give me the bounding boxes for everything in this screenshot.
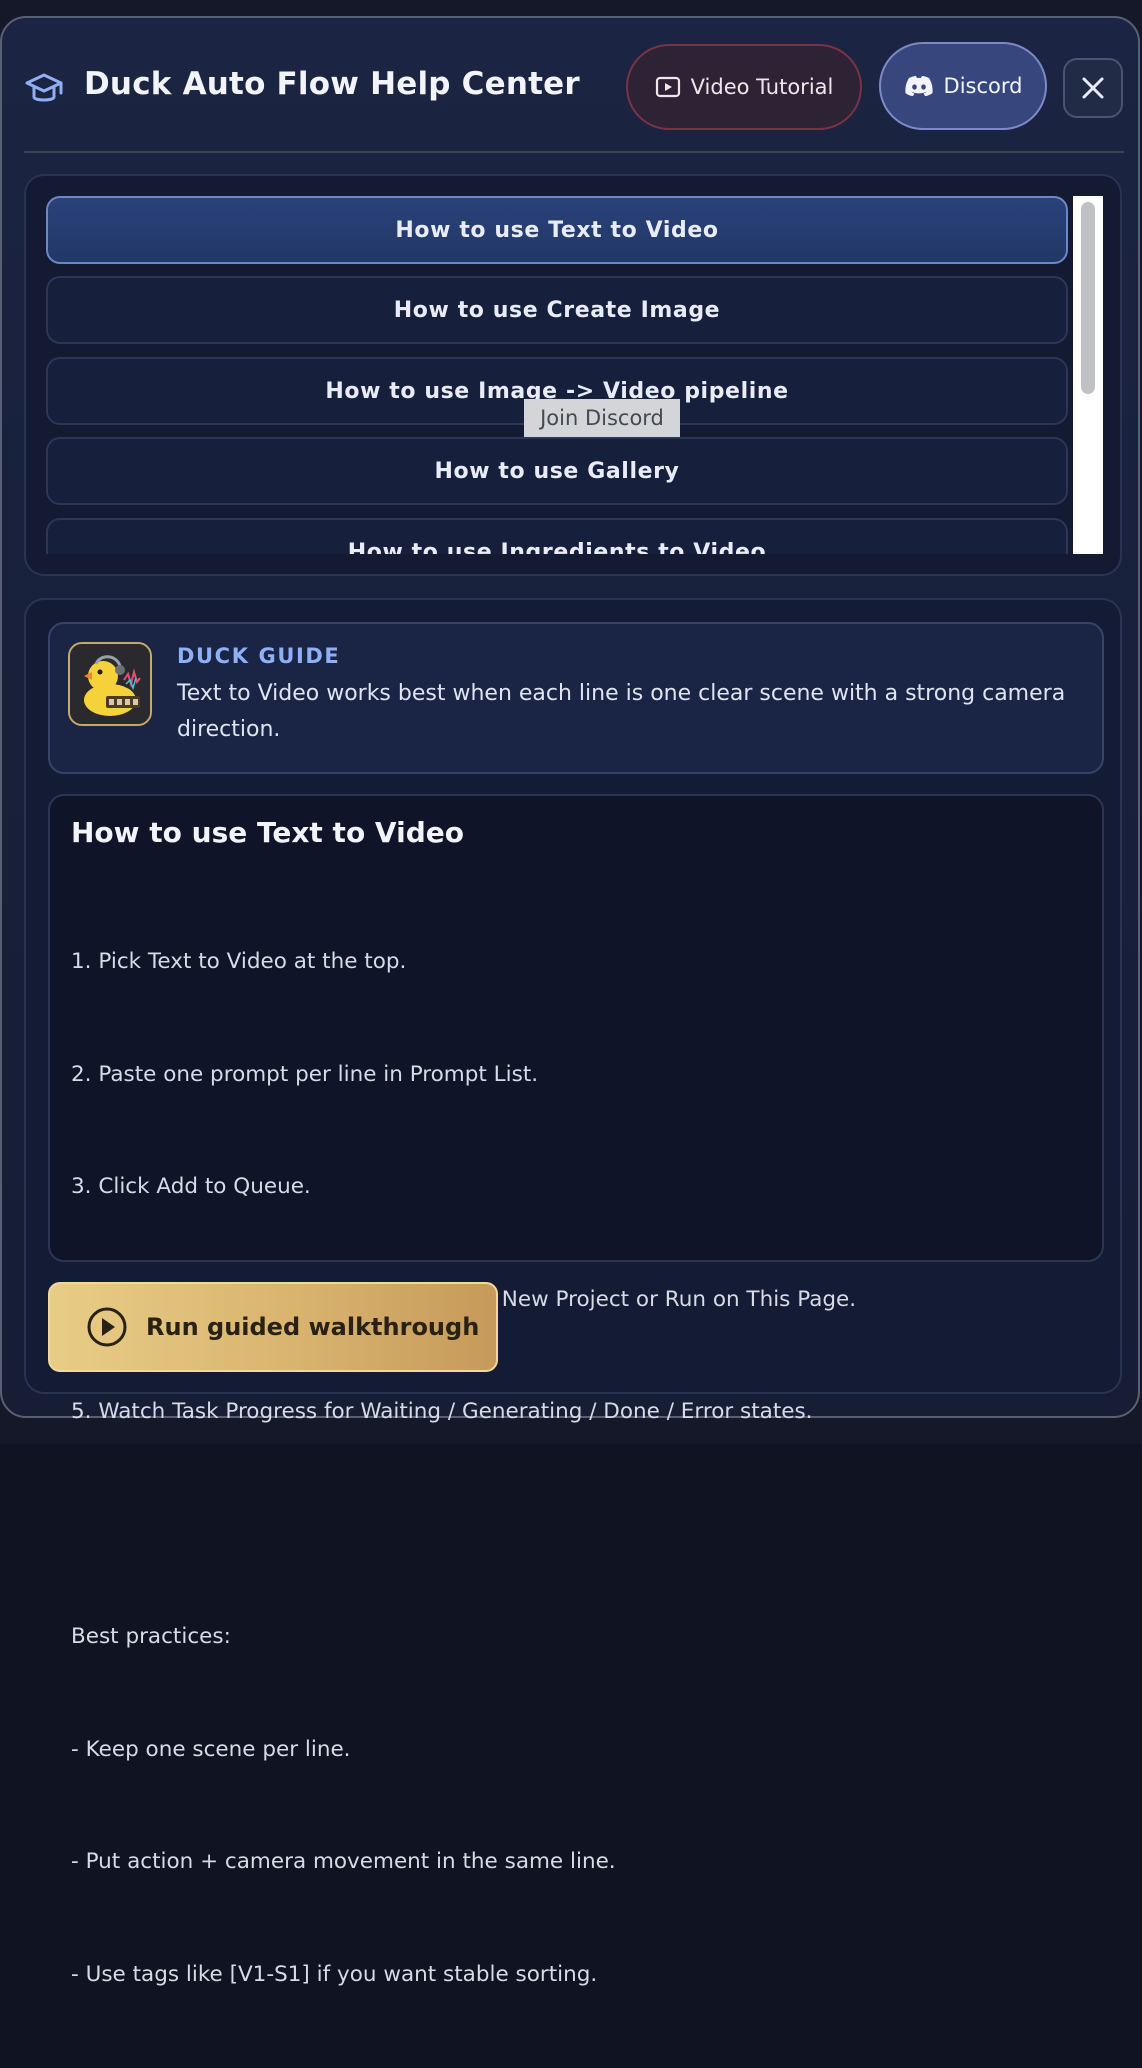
- topics-scrollbar[interactable]: [1073, 196, 1103, 554]
- close-icon: [1082, 77, 1104, 99]
- topics-panel: How to use Text to Video How to use Crea…: [24, 174, 1122, 576]
- article-step: 1. Pick Text to Video at the top.: [71, 949, 407, 974]
- best-practice-item: - Put action + camera movement in the sa…: [71, 1849, 616, 1874]
- header-divider: [24, 151, 1124, 153]
- run-guided-walkthrough-button[interactable]: Run guided walkthrough: [48, 1282, 498, 1372]
- duck-mascot-icon: [70, 644, 150, 724]
- duck-guide-text: Text to Video works best when each line …: [177, 681, 1066, 742]
- article-step: 5. Watch Task Progress for Waiting / Gen…: [71, 1399, 813, 1424]
- duck-guide-avatar: [68, 642, 152, 726]
- article-spacer: [71, 1506, 1081, 1544]
- modal-header: Duck Auto Flow Help Center Video Tutoria…: [2, 18, 1138, 152]
- topic-text-to-video[interactable]: How to use Text to Video: [46, 196, 1068, 264]
- video-tutorial-label: Video Tutorial: [690, 75, 834, 99]
- topics-list[interactable]: How to use Text to Video How to use Crea…: [46, 196, 1070, 554]
- page-title: Duck Auto Flow Help Center: [84, 66, 580, 102]
- article-step: 3. Click Add to Queue.: [71, 1174, 311, 1199]
- best-practice-item: - Use tags like [V1-S1] if you want stab…: [71, 1961, 598, 1987]
- close-button[interactable]: [1063, 58, 1123, 118]
- help-article: How to use Text to Video 1. Pick Text to…: [48, 794, 1104, 1987]
- best-practices-heading: Best practices:: [71, 1624, 231, 1649]
- graduation-cap-icon: [25, 73, 63, 102]
- help-center-modal: Duck Auto Flow Help Center Video Tutoria…: [0, 16, 1140, 1987]
- scrollbar-thumb[interactable]: [1081, 202, 1095, 394]
- article-step: 2. Paste one prompt per line in Prompt L…: [71, 1061, 539, 1087]
- best-practice-item: - Keep one scene per line.: [71, 1736, 351, 1762]
- duck-guide-card: DUCK GUIDE Text to Video works best when…: [48, 622, 1104, 774]
- discord-tooltip: Join Discord: [524, 399, 680, 437]
- topic-create-image[interactable]: How to use Create Image: [46, 276, 1068, 344]
- article-title: How to use Text to Video: [71, 816, 464, 849]
- content-panel: DUCK GUIDE Text to Video works best when…: [24, 598, 1122, 1987]
- video-play-icon: [655, 76, 680, 98]
- discord-button[interactable]: Discord: [879, 42, 1047, 130]
- run-walkthrough-label: Run guided walkthrough: [146, 1313, 480, 1341]
- topic-gallery[interactable]: How to use Gallery: [46, 437, 1068, 505]
- video-tutorial-button[interactable]: Video Tutorial: [626, 44, 862, 130]
- discord-icon: [904, 76, 933, 96]
- article-body: 1. Pick Text to Video at the top. 2. Pas…: [71, 868, 1081, 2068]
- topic-ingredients-to-video[interactable]: How to use Ingredients to Video: [46, 518, 1068, 554]
- duck-guide-label: DUCK GUIDE: [177, 644, 341, 668]
- play-circle-icon: [87, 1307, 127, 1347]
- discord-label: Discord: [943, 74, 1023, 98]
